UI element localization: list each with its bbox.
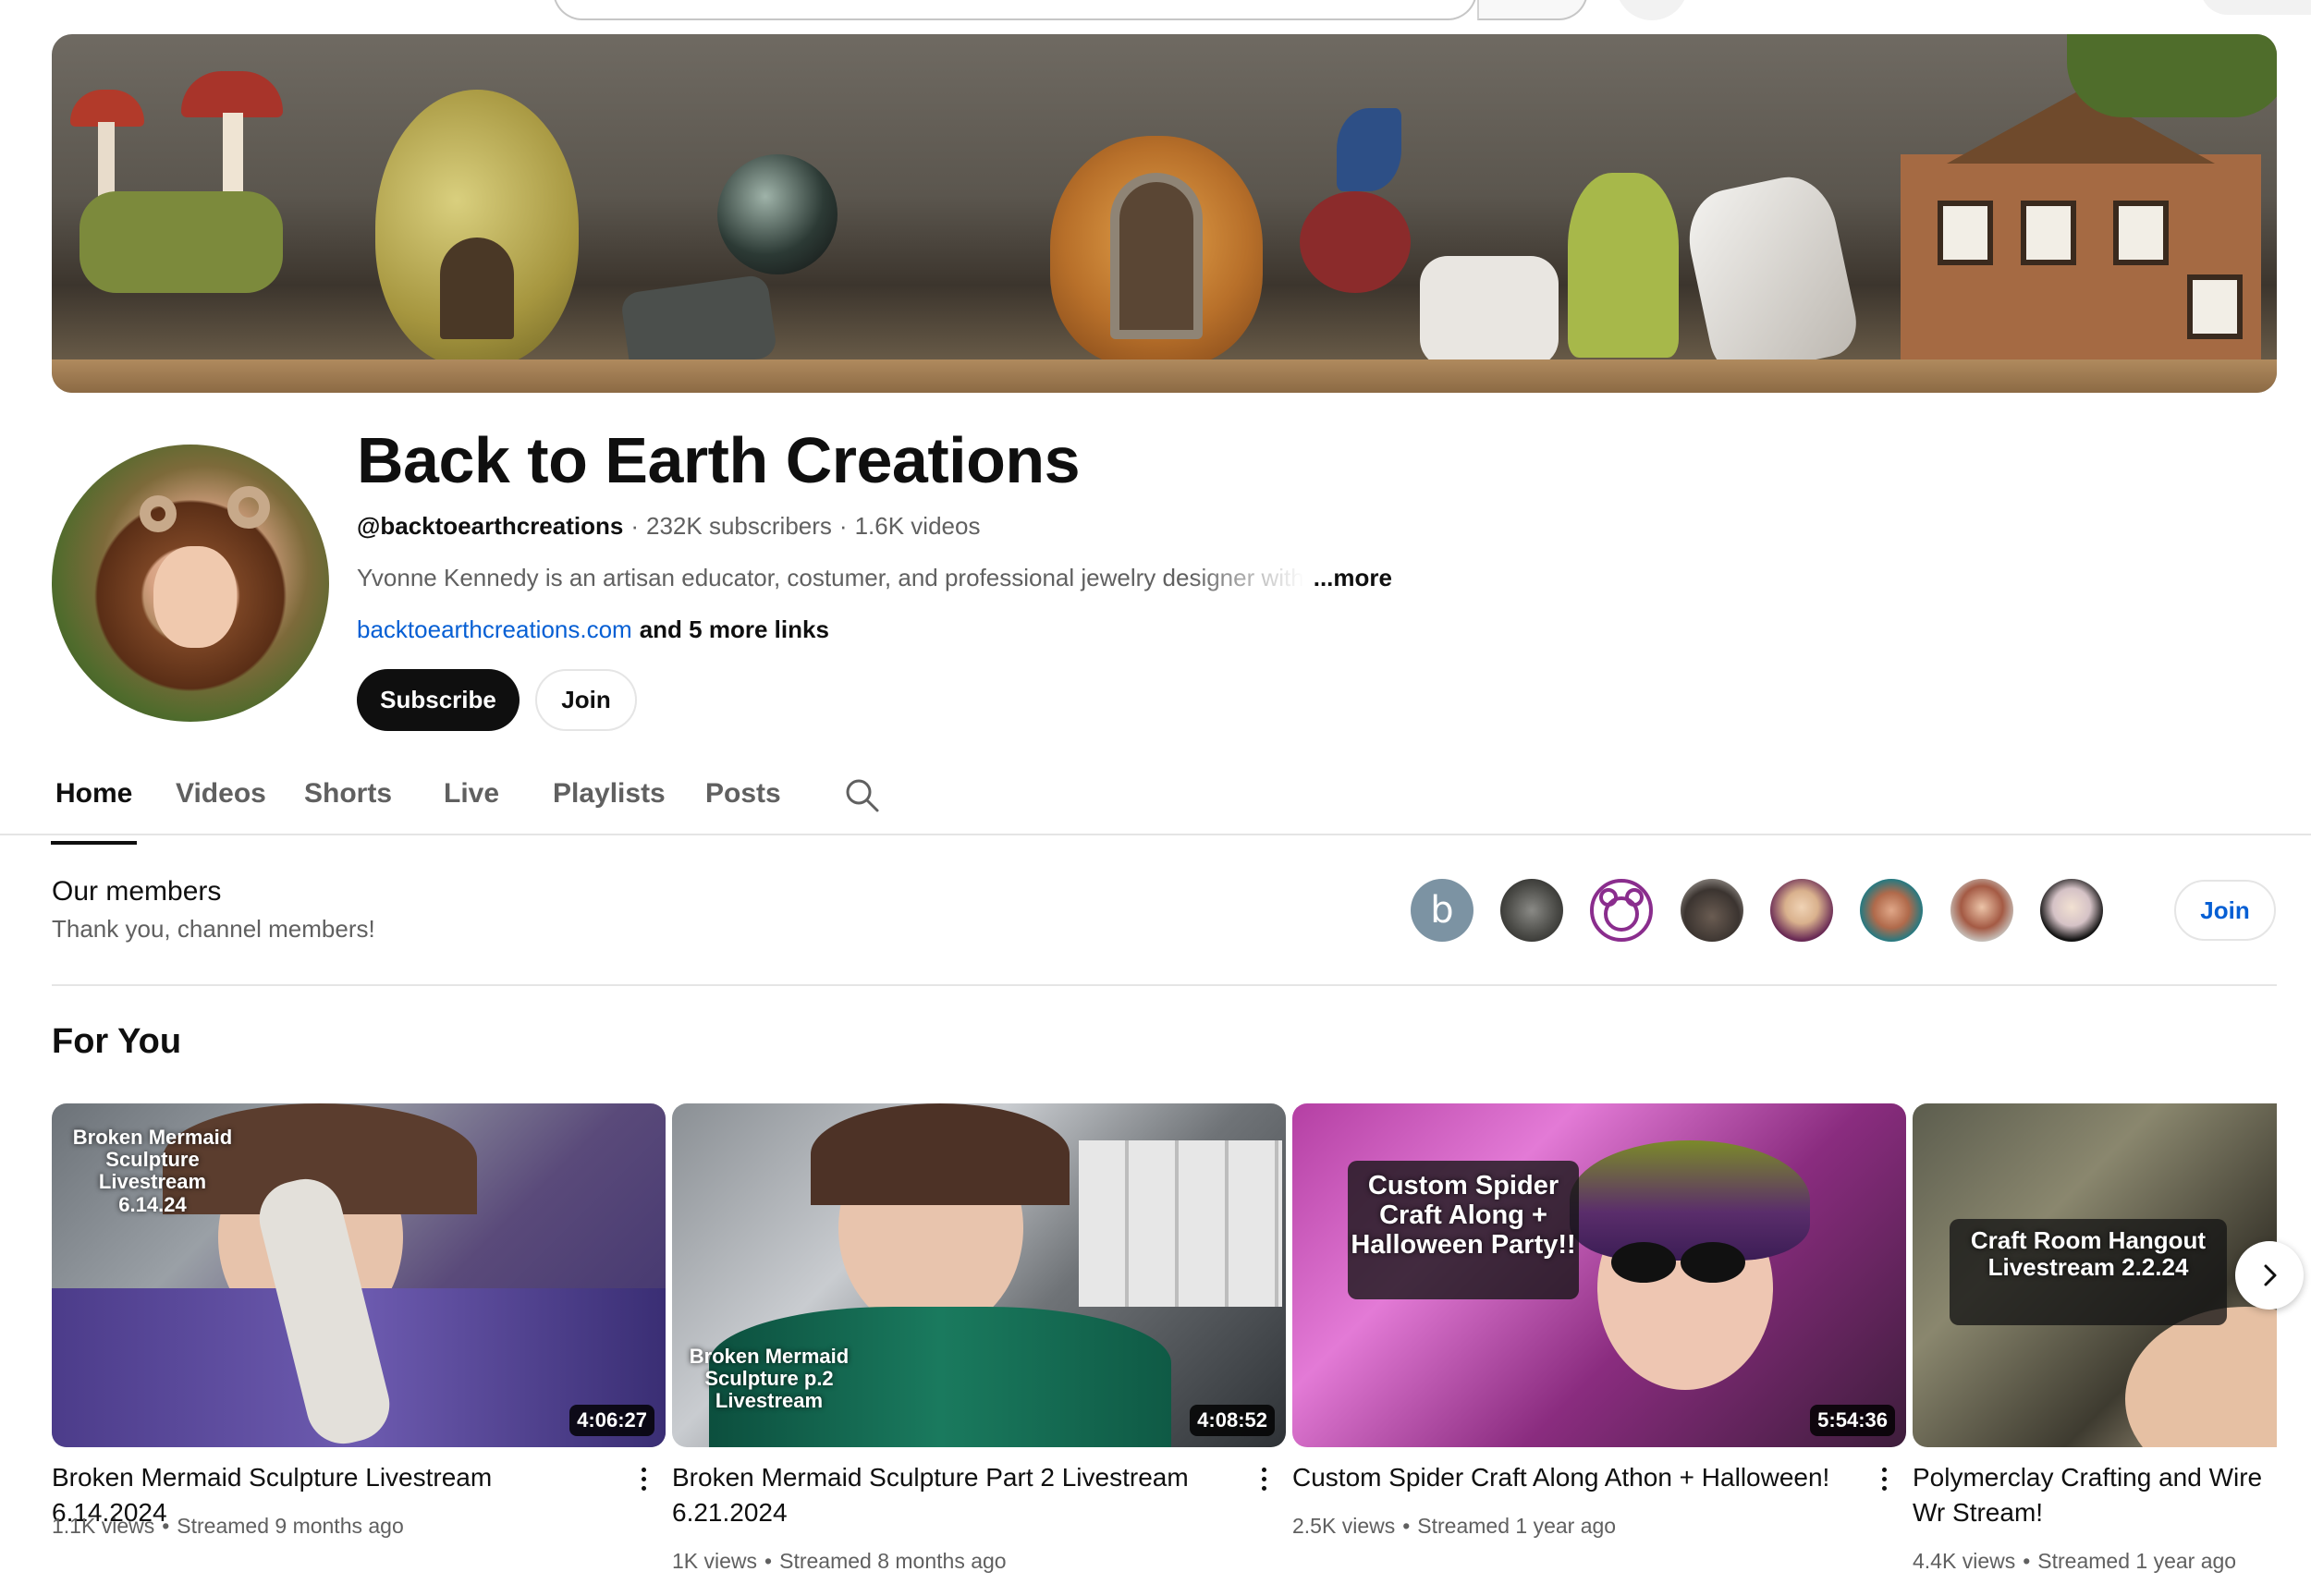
member-avatar[interactable]: b <box>1411 879 1473 942</box>
thumbnail-caption: Broken Mermaid Sculpture p.2 Livestream <box>689 1345 850 1413</box>
view-count: 4.4K views <box>1913 1549 2016 1573</box>
members-subtitle: Thank you, channel members! <box>52 915 375 943</box>
video-thumbnail[interactable]: Craft Room Hangout Livestream 2.2.24 <box>1913 1103 2277 1447</box>
video-duration: 4:08:52 <box>1190 1405 1275 1436</box>
kebab-menu-icon[interactable] <box>630 1460 657 1497</box>
channel-tabs: Home Videos Shorts Live Playlists Posts <box>50 767 939 845</box>
channel-title: Back to Earth Creations <box>357 424 1081 496</box>
video-thumbnail[interactable]: Broken Mermaid Sculpture p.2 Livestream … <box>672 1103 1286 1447</box>
member-avatar[interactable] <box>2040 879 2103 942</box>
video-title[interactable]: Custom Spider Craft Along Athon + Hallow… <box>1292 1460 1847 1495</box>
stream-time: Streamed 1 year ago <box>2037 1549 2237 1573</box>
view-count: 2.5K views <box>1292 1514 1396 1538</box>
video-title[interactable]: Polymerclay Crafting and Wire Wr Stream! <box>1913 1460 2301 1530</box>
voice-search-button[interactable] <box>1616 0 1688 20</box>
video-count: 1.6K videos <box>854 512 981 540</box>
video-duration: 5:54:36 <box>1810 1405 1895 1436</box>
video-meta: 2.5K views • Streamed 1 year ago <box>1292 1514 1617 1538</box>
account-button[interactable] <box>2200 0 2311 15</box>
chevron-right-icon[interactable] <box>2235 1241 2304 1310</box>
stream-time: Streamed 8 months ago <box>779 1549 1007 1573</box>
search-button[interactable] <box>1477 0 1588 20</box>
more-links-button[interactable]: and 5 more links <box>640 615 829 643</box>
tabs-divider <box>0 834 2311 835</box>
video-title[interactable]: Broken Mermaid Sculpture Part 2 Livestre… <box>672 1460 1208 1530</box>
members-join-button[interactable]: Join <box>2174 880 2276 941</box>
video-meta: 4.4K views • Streamed 1 year ago <box>1913 1549 2237 1573</box>
channel-links: backtoearthcreations.com and 5 more links <box>357 615 829 644</box>
member-avatar[interactable] <box>1681 879 1743 942</box>
thumbnail-caption: Custom Spider Craft Along + Halloween Pa… <box>1351 1171 1576 1260</box>
channel-banner <box>52 34 2277 393</box>
section-divider <box>52 984 2277 986</box>
member-avatar[interactable] <box>1950 879 2013 942</box>
for-you-heading: For You <box>52 1022 182 1061</box>
subscriber-count: 232K subscribers <box>646 512 832 540</box>
members-title: Our members <box>52 876 222 907</box>
search-input[interactable] <box>553 0 1477 20</box>
video-meta: 1.1K views • Streamed 9 months ago <box>52 1514 404 1538</box>
video-thumbnail[interactable]: Broken Mermaid Sculpture Livestream 6.14… <box>52 1103 666 1447</box>
channel-description[interactable]: Yvonne Kennedy is an artisan educator, c… <box>357 564 1392 592</box>
kebab-menu-icon[interactable] <box>1250 1460 1278 1497</box>
scroll-clip <box>2277 1090 2311 1596</box>
member-avatar[interactable] <box>1770 879 1833 942</box>
channel-meta: @backtoearthcreations · 232K subscribers · 1… <box>357 512 981 540</box>
member-avatar[interactable] <box>1860 879 1923 942</box>
stream-time: Streamed 9 months ago <box>177 1514 404 1538</box>
search-icon[interactable] <box>843 776 880 813</box>
member-avatar[interactable] <box>1590 879 1653 942</box>
channel-handle: @backtoearthcreations <box>357 512 624 540</box>
video-meta: 1K views • Streamed 8 months ago <box>672 1549 1007 1573</box>
view-count: 1K views <box>672 1549 758 1573</box>
member-avatar[interactable] <box>1500 879 1563 942</box>
thumbnail-caption: Craft Room Hangout Livestream 2.2.24 <box>1970 1226 2207 1281</box>
description-more-link[interactable]: ...more <box>1314 564 1392 591</box>
join-button[interactable]: Join <box>535 669 637 731</box>
description-text: Yvonne Kennedy is an artisan educator, c… <box>357 564 1304 591</box>
channel-avatar[interactable] <box>52 445 329 722</box>
video-duration: 4:06:27 <box>569 1405 654 1436</box>
video-thumbnail[interactable]: Custom Spider Craft Along + Halloween Pa… <box>1292 1103 1906 1447</box>
view-count: 1.1K views <box>52 1514 155 1538</box>
subscribe-button[interactable]: Subscribe <box>357 669 520 731</box>
thumbnail-caption: Broken Mermaid Sculpture Livestream 6.14… <box>72 1126 233 1216</box>
kebab-menu-icon[interactable] <box>1870 1460 1898 1497</box>
top-search-bar <box>0 0 2311 26</box>
stream-time: Streamed 1 year ago <box>1417 1514 1617 1538</box>
channel-website-link[interactable]: backtoearthcreations.com <box>357 615 632 643</box>
